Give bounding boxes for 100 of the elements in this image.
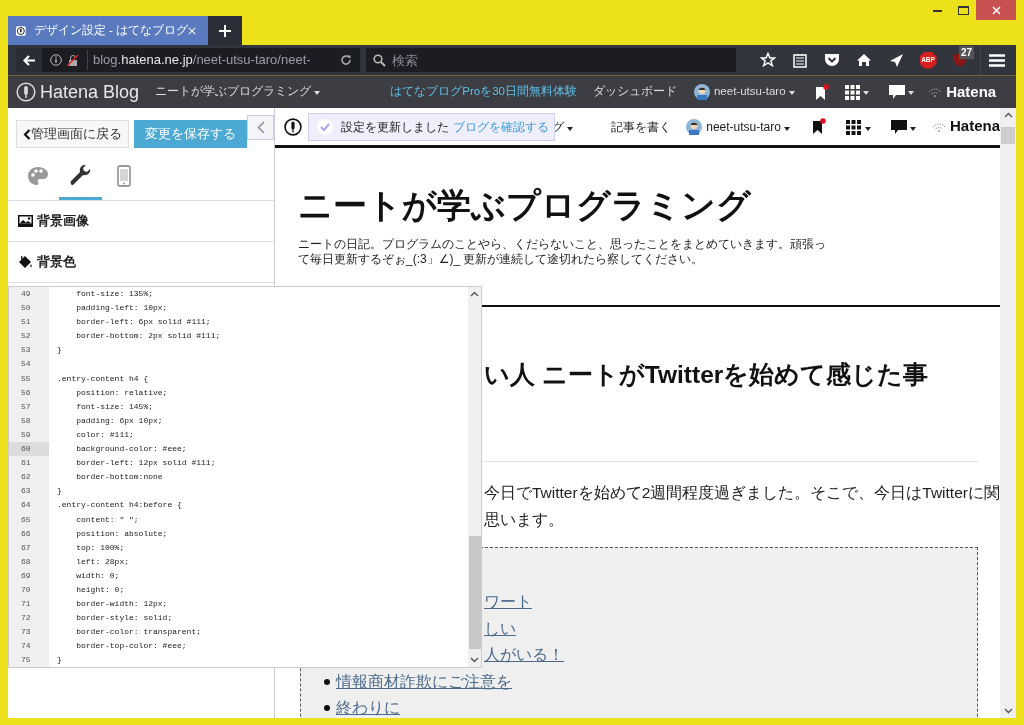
pen-logo-icon	[284, 117, 302, 136]
bookmark-icon[interactable]	[814, 83, 829, 101]
comments-menu[interactable]	[889, 83, 915, 101]
star-icon	[760, 52, 776, 68]
code-line: font-size: 145%;	[75, 400, 153, 413]
toc-link[interactable]: しい	[484, 619, 516, 637]
code-line: top: 100%;	[75, 541, 125, 554]
menu-icon	[988, 53, 1005, 67]
blog-title[interactable]: ニートが学ぶプログラミング	[298, 185, 1000, 225]
settings-section[interactable]: 背景画像	[8, 201, 274, 242]
blog-menu[interactable]: ニートが学ぶプログラミング	[155, 83, 321, 101]
code-line: border-style: solid;	[75, 612, 173, 625]
line-number: 52	[9, 329, 49, 344]
browser-tab[interactable]: デザイン設定 - はてなブログ	[8, 16, 208, 45]
pocket-icon	[824, 53, 840, 67]
apps-menu[interactable]	[846, 117, 871, 136]
code-line: padding-left: 10px;	[75, 302, 168, 315]
back-to-admin-button[interactable]: 管理画面に戻る	[16, 120, 129, 148]
page-scrollbar[interactable]	[1000, 108, 1016, 718]
phone-icon	[116, 165, 131, 187]
pen-logo-icon	[16, 82, 36, 102]
code-line: border-bottom: 2px solid #111;	[75, 330, 221, 343]
pro-trial-link[interactable]: はてなブログProを30日間無料体験	[390, 83, 577, 101]
bookmark-icon[interactable]	[812, 118, 827, 135]
info-icon[interactable]	[50, 54, 62, 66]
brand-logo-text[interactable]: Hatena	[949, 115, 1000, 138]
line-number: 49	[9, 287, 49, 302]
lock-slash-icon[interactable]	[66, 53, 79, 67]
toc-link[interactable]: 人がいる！	[484, 646, 564, 663]
grid-icon	[844, 84, 860, 100]
line-number: 72	[9, 611, 49, 626]
scroll-thumb[interactable]	[1001, 127, 1015, 144]
wrench-icon	[69, 165, 92, 187]
chevron-left-icon	[256, 121, 265, 134]
minimize-icon	[932, 8, 942, 12]
code-line: height: 0;	[75, 583, 125, 596]
close-tab-icon[interactable]	[187, 25, 196, 36]
article-title[interactable]: い人 ニートがTwitterを始めて感じた事	[484, 359, 1000, 391]
blog-description: ニートの日記。プログラムのことやら、くだらないこと、思ったことをまとめていきます。頑張っ	[298, 237, 827, 252]
scroll-up-icon[interactable]	[1003, 112, 1013, 118]
chevron-left-icon	[23, 128, 31, 140]
plus-icon	[219, 24, 231, 37]
line-number: 75	[9, 653, 49, 667]
toc-link[interactable]: ワート	[484, 593, 532, 610]
search-field[interactable]: 検索	[366, 48, 736, 72]
scroll-thumb[interactable]	[468, 536, 481, 649]
line-number: 60	[9, 442, 49, 457]
apps-menu[interactable]	[844, 83, 869, 101]
ublock-button[interactable]: 27	[944, 45, 976, 75]
settings-section[interactable]: 背景色	[8, 242, 274, 283]
url-text: blog.hatena.ne.jp/neet-utsu-taro/neet-	[87, 50, 340, 70]
code-line: content: " ";	[75, 513, 139, 526]
user-menu[interactable]: neet-utsu-taro	[706, 117, 791, 136]
new-tab-button[interactable]	[208, 16, 242, 45]
favicon-icon	[16, 24, 26, 37]
line-number: 71	[9, 597, 49, 612]
user-menu[interactable]: neet-utsu-taro	[713, 83, 795, 101]
home-icon	[856, 53, 872, 67]
editor-scrollbar[interactable]	[468, 287, 481, 667]
scroll-down-icon[interactable]	[1003, 708, 1013, 714]
line-number: 50	[9, 301, 49, 316]
code-line: border-top-color: #eee;	[75, 640, 187, 653]
write-article-link[interactable]: 記事を書く	[611, 117, 672, 136]
speech-bubble-icon	[889, 84, 905, 100]
paper-plane-icon	[888, 52, 904, 68]
caret-icon	[788, 91, 795, 96]
code-line: }	[56, 654, 62, 667]
line-number: 63	[9, 484, 49, 499]
back-arrow-icon	[23, 54, 35, 66]
speech-bubble-icon	[890, 119, 907, 135]
avatar-icon	[693, 84, 710, 100]
brand-logo-text[interactable]: Hatena	[946, 80, 997, 104]
code-line: border-width: 12px;	[75, 598, 168, 611]
dashboard-link[interactable]: ダッシュボード	[592, 83, 677, 101]
code-line: border-bottom:none	[75, 471, 163, 484]
caret-icon	[909, 126, 916, 131]
back-button[interactable]	[16, 48, 42, 72]
checkmark-icon	[317, 118, 333, 135]
article-text: 今日でTwitterを始めて2週間程度過ぎました。そこで、今日はTwitterに関	[484, 483, 1000, 503]
line-number: 61	[9, 456, 49, 471]
caret-icon	[784, 126, 791, 131]
toc-link[interactable]: 情報商材詐欺にご注意を	[336, 668, 512, 695]
comments-menu[interactable]	[890, 117, 916, 136]
scroll-down-icon[interactable]	[470, 657, 479, 663]
line-number: 51	[9, 315, 49, 330]
toc-link[interactable]: 終わりに	[336, 695, 400, 718]
address-bar[interactable]: blog.hatena.ne.jp/neet-utsu-taro/neet-	[16, 48, 360, 72]
reload-icon[interactable]	[340, 54, 352, 66]
code-line: border-color: transparent;	[75, 626, 202, 639]
count-badge: 27	[959, 46, 975, 59]
caret-icon	[314, 91, 321, 96]
code-line: padding: 6px 10px;	[75, 414, 163, 427]
bullet-icon	[324, 678, 330, 685]
blog-description: て毎日更新するぞぉ_(:3」∠)_ 更新が連続して途切れたら察してください。	[298, 252, 705, 267]
code-line: position: absolute;	[75, 527, 168, 540]
scroll-up-icon[interactable]	[470, 291, 479, 297]
app-logo-text[interactable]: Hatena Blog	[40, 78, 140, 106]
hatena-dots-icon	[931, 121, 946, 132]
code-line: left: 28px;	[75, 555, 129, 568]
caret-icon	[863, 91, 869, 96]
